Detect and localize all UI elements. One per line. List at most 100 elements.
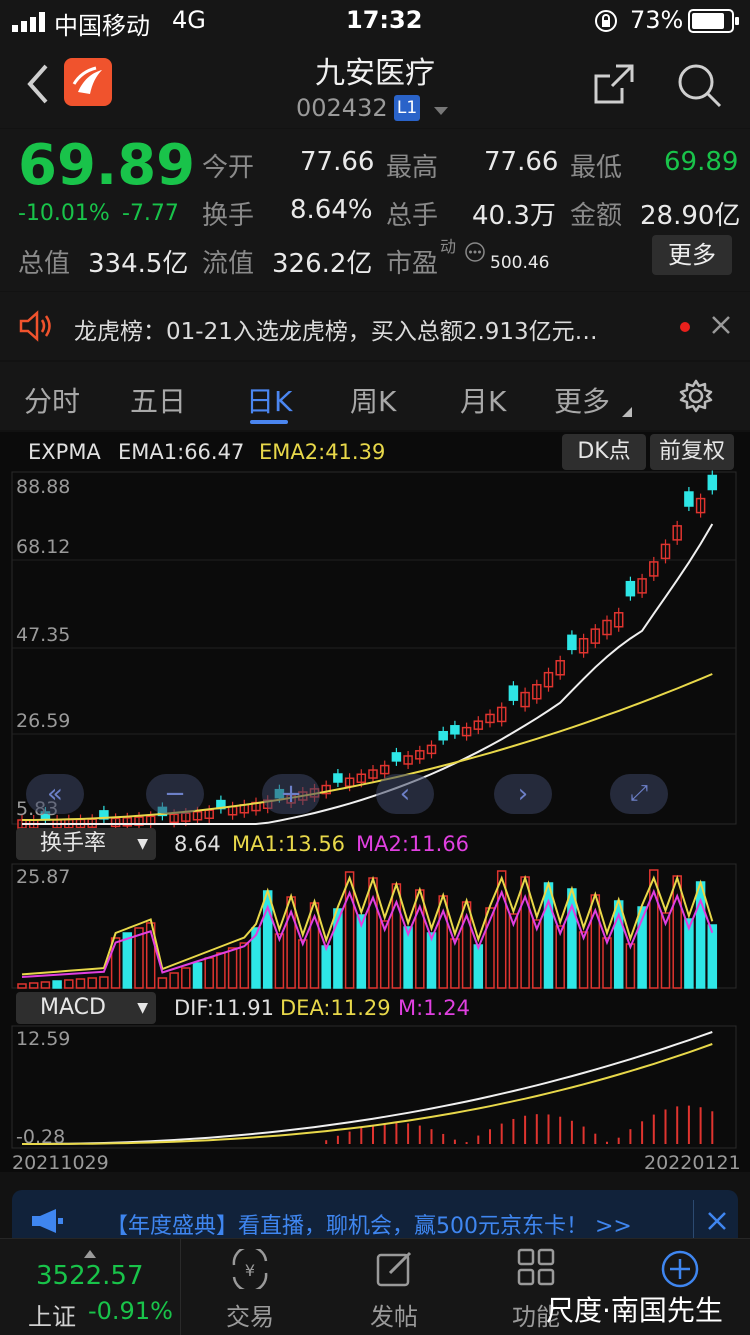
turnover-ma2: MA2:11.66 bbox=[356, 832, 470, 856]
change-percent: -10.01% bbox=[18, 201, 110, 226]
search-icon[interactable] bbox=[676, 62, 722, 112]
turnover-bar bbox=[40, 981, 51, 989]
y-tick-2: 68.12 bbox=[16, 536, 71, 558]
turnover-bar bbox=[298, 939, 308, 989]
y-tick-4: 26.59 bbox=[16, 710, 71, 732]
tab-daily-k[interactable]: 日K bbox=[246, 380, 292, 420]
candle-body bbox=[333, 773, 343, 783]
ad-close-icon[interactable] bbox=[706, 1210, 728, 1236]
divider bbox=[693, 1200, 694, 1242]
notice-bar[interactable]: 龙虎榜：01-21入选龙虎榜，买入总额2.913亿元… bbox=[0, 292, 750, 360]
turnover-bar bbox=[75, 978, 86, 989]
active-tab-indicator bbox=[250, 420, 288, 424]
scroll-right-icon[interactable]: › bbox=[494, 774, 552, 814]
open-value: 77.66 bbox=[300, 147, 375, 177]
candle-body bbox=[391, 752, 402, 762]
tab-monthly-k[interactable]: 月K bbox=[460, 380, 506, 420]
status-bar: 中国移动 4G 17:32 73% bbox=[0, 0, 750, 40]
current-price: 69.89 bbox=[18, 133, 196, 198]
turnover-bar bbox=[368, 877, 378, 989]
turnover-label: 换手 bbox=[202, 201, 255, 231]
high-label: 最高 bbox=[386, 153, 439, 183]
functions-icon[interactable] bbox=[516, 1247, 556, 1291]
tab-five-day[interactable]: 五日 bbox=[130, 380, 186, 420]
add-icon[interactable] bbox=[660, 1249, 700, 1293]
carrier: 中国移动 bbox=[54, 12, 150, 40]
macd-selector-label: MACD bbox=[40, 995, 106, 1020]
svg-text:¥: ¥ bbox=[245, 1261, 255, 1280]
turnover-selector-label: 换手率 bbox=[40, 831, 107, 856]
amount-label: 金额 bbox=[570, 201, 623, 231]
trade-icon[interactable]: ¥ bbox=[228, 1245, 272, 1293]
float-cap-value: 326.2亿 bbox=[272, 249, 373, 279]
tab-more[interactable]: 更多 bbox=[554, 380, 610, 420]
candle-body bbox=[707, 474, 718, 491]
amount-value: 28.90亿 bbox=[640, 201, 741, 231]
trade-label[interactable]: 交易 bbox=[226, 1297, 274, 1332]
market-cap-value: 334.5亿 bbox=[88, 249, 189, 279]
tab-intraday[interactable]: 分时 bbox=[24, 380, 80, 420]
macd-dif: DIF:11.91 bbox=[174, 996, 275, 1020]
settings-gear-icon[interactable] bbox=[678, 378, 714, 418]
selector-caret-icon: ▼ bbox=[137, 1000, 148, 1016]
ema1-value: EMA1:66.47 bbox=[118, 440, 245, 464]
zoom-in-icon[interactable]: + bbox=[262, 774, 320, 814]
fullscreen-icon[interactable]: ⤢ bbox=[610, 774, 668, 814]
turnover-bar bbox=[707, 924, 718, 989]
float-cap-label: 流值 bbox=[202, 249, 255, 279]
turnover-bar bbox=[110, 937, 121, 989]
market-cap-label: 总值 bbox=[18, 249, 71, 279]
turnover-bar bbox=[473, 944, 484, 989]
signal-icon bbox=[12, 10, 46, 38]
adjust-mode-button[interactable]: 前复权 bbox=[650, 434, 734, 470]
share-icon[interactable] bbox=[592, 62, 636, 110]
more-button[interactable]: 更多 bbox=[652, 235, 732, 275]
ema2-value: EMA2:41.39 bbox=[259, 440, 386, 464]
index-name[interactable]: 上证 bbox=[28, 1297, 76, 1332]
expma-label: EXPMA bbox=[28, 440, 101, 464]
turnover-bar bbox=[695, 881, 706, 989]
post-label[interactable]: 发帖 bbox=[370, 1297, 418, 1332]
ad-text: 【年度盛典】看直播，聊机会，赢500元京东卡！ >> bbox=[106, 1214, 632, 1239]
tab-weekly-k[interactable]: 周K bbox=[350, 380, 396, 420]
turnover-bar bbox=[625, 943, 636, 989]
volume-label: 总手 bbox=[386, 201, 439, 231]
turnover-value: 8.64% bbox=[290, 195, 373, 225]
dropdown-icon[interactable] bbox=[432, 102, 450, 121]
high-value: 77.66 bbox=[484, 147, 559, 177]
more-dots-icon[interactable] bbox=[464, 241, 486, 267]
ema1-line bbox=[22, 523, 714, 825]
scroll-left-icon[interactable]: ‹ bbox=[376, 774, 434, 814]
turnover-bar bbox=[169, 972, 179, 989]
turnover-bar bbox=[239, 942, 250, 989]
turnover-selector[interactable]: 换手率 ▼ bbox=[16, 828, 156, 860]
y-tick-1: 88.88 bbox=[16, 476, 71, 498]
y-tick-3: 47.35 bbox=[16, 624, 71, 646]
nav-header: 九安医疗 002432 L1 bbox=[0, 40, 750, 128]
zoom-out-icon[interactable]: − bbox=[146, 774, 204, 814]
battery-icon bbox=[688, 9, 740, 39]
dk-point-button[interactable]: DK点 bbox=[562, 434, 646, 470]
chart-area[interactable]: EXPMA EMA1:66.47 EMA2:41.39 DK点 前复权 88.8… bbox=[0, 432, 750, 1174]
candle-body bbox=[508, 685, 519, 701]
low-label: 最低 bbox=[570, 153, 623, 183]
post-icon[interactable] bbox=[374, 1249, 418, 1293]
macd-selector[interactable]: MACD ▼ bbox=[16, 992, 156, 1024]
stock-code: 002432 bbox=[296, 94, 388, 122]
scroll-left-fast-icon[interactable]: « bbox=[26, 774, 84, 814]
quote-panel: 69.89 -10.01% -7.77 今开 77.66 最高 77.66 最低… bbox=[0, 129, 750, 291]
turnover-bar bbox=[204, 957, 214, 989]
close-icon[interactable] bbox=[710, 314, 732, 340]
turnover-bar bbox=[181, 967, 191, 989]
low-value: 69.89 bbox=[664, 147, 739, 177]
clock: 17:32 bbox=[346, 6, 423, 34]
caret-icon bbox=[622, 402, 632, 421]
turnover-top-tick: 25.87 bbox=[16, 866, 71, 888]
level-badge: L1 bbox=[394, 95, 420, 121]
unread-dot bbox=[680, 322, 690, 332]
candle-body bbox=[450, 725, 460, 735]
index-change[interactable]: -0.91% bbox=[88, 1297, 173, 1325]
turnover-bar bbox=[52, 980, 62, 989]
index-value[interactable]: 3522.57 bbox=[36, 1261, 144, 1291]
turnover-bar bbox=[450, 938, 460, 989]
